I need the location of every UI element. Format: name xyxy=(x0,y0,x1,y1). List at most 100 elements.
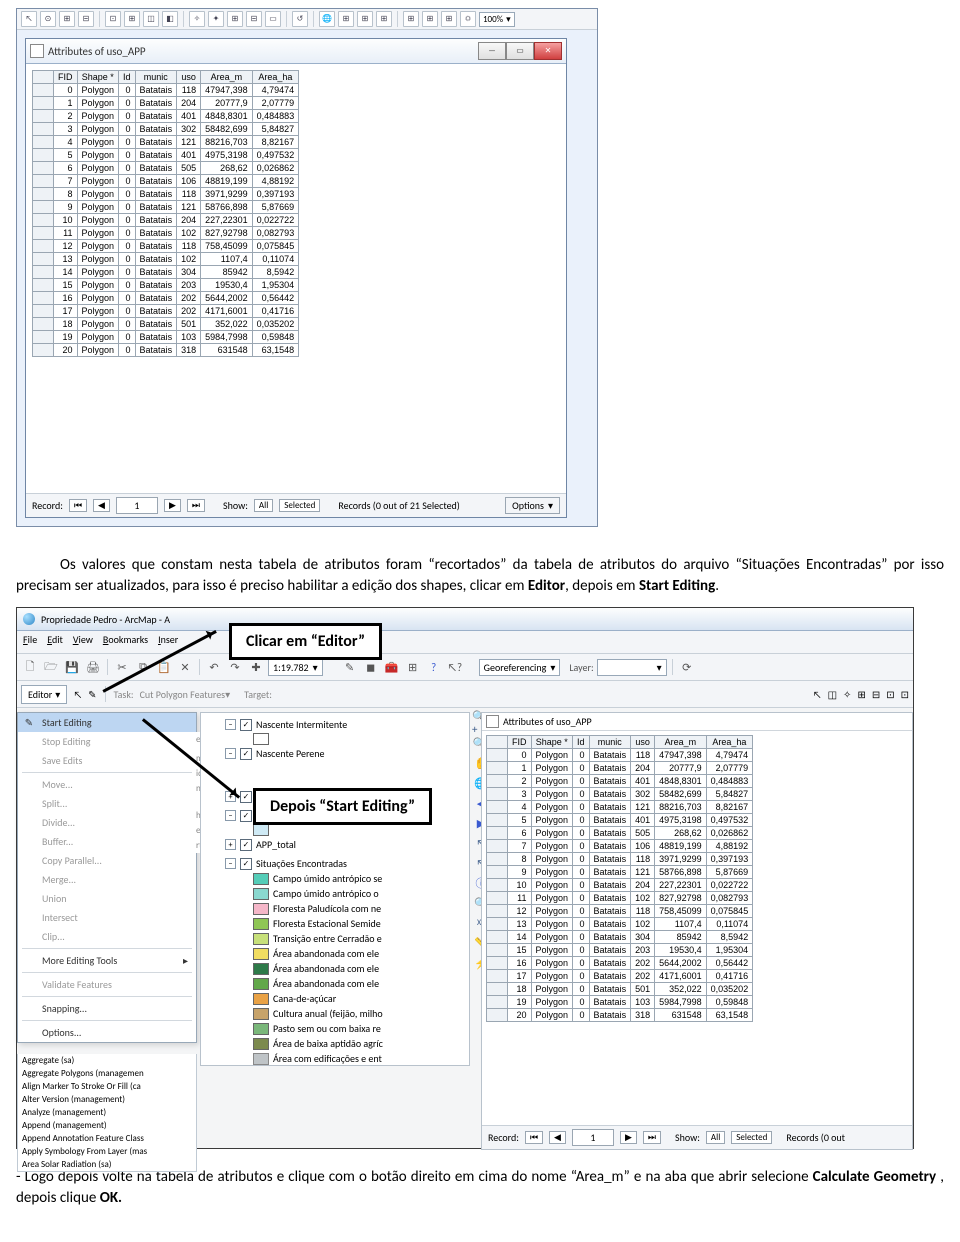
menu-bar[interactable]: FileEditViewBookmarksInser xyxy=(17,631,913,654)
sketch-icon[interactable]: ✎ xyxy=(88,688,96,701)
show-selected-button[interactable]: Selected xyxy=(731,1131,772,1144)
menu-item[interactable]: Snapping... xyxy=(18,999,196,1018)
legend-item[interactable]: Área abandonada com ele xyxy=(207,961,463,976)
show-all-button[interactable]: All xyxy=(706,1131,725,1144)
tool-icon[interactable]: ⊞ xyxy=(441,11,457,27)
options-button[interactable]: Options▾ xyxy=(505,497,560,514)
menu-item[interactable]: Clip... xyxy=(18,927,196,946)
arrow-icon[interactable]: ↖ xyxy=(73,688,82,701)
first-record-button[interactable]: ⏮ xyxy=(525,1131,543,1144)
minimize-button[interactable]: — xyxy=(478,42,506,60)
tool-icon[interactable]: ⊡ xyxy=(105,11,121,27)
tool-icon[interactable]: ⊞ xyxy=(124,11,140,27)
first-record-button[interactable]: ⏮ xyxy=(69,499,87,512)
record-input[interactable]: 1 xyxy=(572,1129,614,1146)
print-icon[interactable]: 🖨 xyxy=(84,658,102,676)
show-selected-button[interactable]: Selected xyxy=(279,499,320,512)
menu-bookmarks[interactable]: Bookmarks xyxy=(103,633,148,651)
task-dropdown[interactable]: Cut Polygon Features▾ xyxy=(140,688,231,701)
toc-item[interactable]: +✓APP_total xyxy=(207,837,463,852)
open-icon[interactable]: 🗁 xyxy=(42,658,60,676)
next-record-button[interactable]: ▶ xyxy=(164,499,181,512)
toc-item[interactable]: −✓Nascente Perene xyxy=(207,746,463,761)
maximize-button[interactable]: ▭ xyxy=(506,42,534,60)
tool-icon[interactable]: 🌐 xyxy=(319,11,335,27)
menu-item[interactable]: Buffer... xyxy=(18,832,196,851)
attribute-table-2[interactable]: FIDShape *IdmunicusoArea_mArea_ha 0Polyg… xyxy=(486,735,753,1022)
redo-icon[interactable]: ↷ xyxy=(226,658,244,676)
tool-icon[interactable]: ⊞ xyxy=(227,11,243,27)
list-item[interactable]: Area Solar Radiation (sa) xyxy=(18,1158,196,1171)
menu-item[interactable]: Save Edits xyxy=(18,751,196,770)
tool-icon[interactable]: ◫ xyxy=(828,688,837,701)
menu-item[interactable]: Validate Features xyxy=(18,975,196,994)
tool-icon[interactable]: ↖ xyxy=(813,688,822,701)
attribute-table-panel[interactable]: Attributes of uso_APP FIDShape *Idmunicu… xyxy=(481,712,913,1150)
tool-icon[interactable]: ⊞ xyxy=(422,11,438,27)
tool-icon[interactable]: ⊟ xyxy=(872,688,880,701)
tool-icon[interactable]: ✧ xyxy=(843,688,851,701)
close-button[interactable]: ✕ xyxy=(534,42,562,60)
scale-box[interactable]: 1:19.782▾ xyxy=(268,659,323,676)
tool-icon[interactable]: ▭ xyxy=(265,11,281,27)
prev-record-button[interactable]: ◀ xyxy=(549,1131,566,1144)
legend-item[interactable]: Floresta Paludícola com ne xyxy=(207,901,463,916)
list-item[interactable]: Append (management) xyxy=(18,1119,196,1132)
editor-icon[interactable]: ✎ xyxy=(341,658,359,676)
delete-icon[interactable]: ✕ xyxy=(176,658,194,676)
new-icon[interactable]: 🗋 xyxy=(21,658,39,676)
list-item[interactable]: Aggregate Polygons (managemen xyxy=(18,1067,196,1080)
tool-icon[interactable]: ✧ xyxy=(189,11,205,27)
legend-item[interactable]: Pasto sem ou com baixa re xyxy=(207,1021,463,1036)
tool-icon[interactable]: ↺ xyxy=(292,11,308,27)
tool-icon[interactable]: ⊡ xyxy=(901,688,909,701)
legend-item[interactable]: Campo úmido antrópico se xyxy=(207,871,463,886)
cut-icon[interactable]: ✂ xyxy=(113,658,131,676)
legend-item[interactable]: Transição entre Cerradão e xyxy=(207,931,463,946)
list-item[interactable]: Align Marker To Stroke Or Fill (ca xyxy=(18,1080,196,1093)
record-input[interactable]: 1 xyxy=(116,497,158,514)
legend-item[interactable]: Área abandonada com ele xyxy=(207,946,463,961)
toolbox-icon[interactable]: 🧰 xyxy=(383,658,401,676)
legend-item[interactable]: Campo úmido antrópico o xyxy=(207,886,463,901)
menu-item[interactable]: Copy Parallel... xyxy=(18,851,196,870)
legend-item[interactable]: Área com edificações e ent xyxy=(207,1051,463,1066)
menu-item[interactable]: Options... xyxy=(18,1023,196,1042)
menu-item[interactable]: Move... xyxy=(18,775,196,794)
legend-item[interactable]: Cultura anual (feijão, milho xyxy=(207,1006,463,1021)
legend-item[interactable]: Cana-de-açúcar xyxy=(207,991,463,1006)
tool-icon[interactable]: ☼ xyxy=(460,11,476,27)
tool-icon[interactable]: ⊞ xyxy=(857,688,865,701)
save-icon[interactable]: 💾 xyxy=(63,658,81,676)
tool-icon[interactable]: ⊟ xyxy=(246,11,262,27)
legend-item[interactable]: Floresta Estacional Semide xyxy=(207,916,463,931)
list-item[interactable]: Append Annotation Feature Class xyxy=(18,1132,196,1145)
menu-item[interactable]: Intersect xyxy=(18,908,196,927)
last-record-button[interactable]: ⏭ xyxy=(643,1131,661,1144)
tool-icon[interactable]: ◼ xyxy=(362,658,380,676)
georeferencing-dropdown[interactable]: Georeferencing▾ xyxy=(479,659,561,676)
zoom-level[interactable]: 100%▾ xyxy=(479,12,515,27)
list-item[interactable]: Alter Version (management) xyxy=(18,1093,196,1106)
menu-file[interactable]: File xyxy=(23,633,37,651)
tool-icon[interactable]: ⊞ xyxy=(376,11,392,27)
menu-item[interactable]: Union xyxy=(18,889,196,908)
list-item[interactable]: Aggregate (sa) xyxy=(18,1054,196,1067)
tool-icon[interactable]: ⊙ xyxy=(40,11,56,27)
menu-item[interactable]: More Editing Tools▸ xyxy=(18,951,196,970)
tool-icon[interactable]: ⊞ xyxy=(404,658,422,676)
menu-view[interactable]: View xyxy=(73,633,93,651)
menu-item[interactable]: Split... xyxy=(18,794,196,813)
legend-item[interactable]: Área de baixa aptidão agríc xyxy=(207,1036,463,1051)
list-item[interactable]: Apply Symbology From Layer (mas xyxy=(18,1145,196,1158)
tool-icon[interactable]: ⊡ xyxy=(886,688,894,701)
geoprocessing-list[interactable]: Aggregate (sa)Aggregate Polygons (manage… xyxy=(17,1054,197,1172)
tool-icon[interactable]: ⊟ xyxy=(78,11,94,27)
rotate-icon[interactable]: ⟳ xyxy=(678,658,696,676)
list-item[interactable]: Analyze (management) xyxy=(18,1106,196,1119)
tool-icon[interactable]: ⊞ xyxy=(338,11,354,27)
next-record-button[interactable]: ▶ xyxy=(620,1131,637,1144)
menu-item[interactable]: Merge... xyxy=(18,870,196,889)
editor-button[interactable]: Editor▾ xyxy=(21,685,67,704)
toc-item[interactable]: −✓Nascente Intermitente xyxy=(207,717,463,732)
